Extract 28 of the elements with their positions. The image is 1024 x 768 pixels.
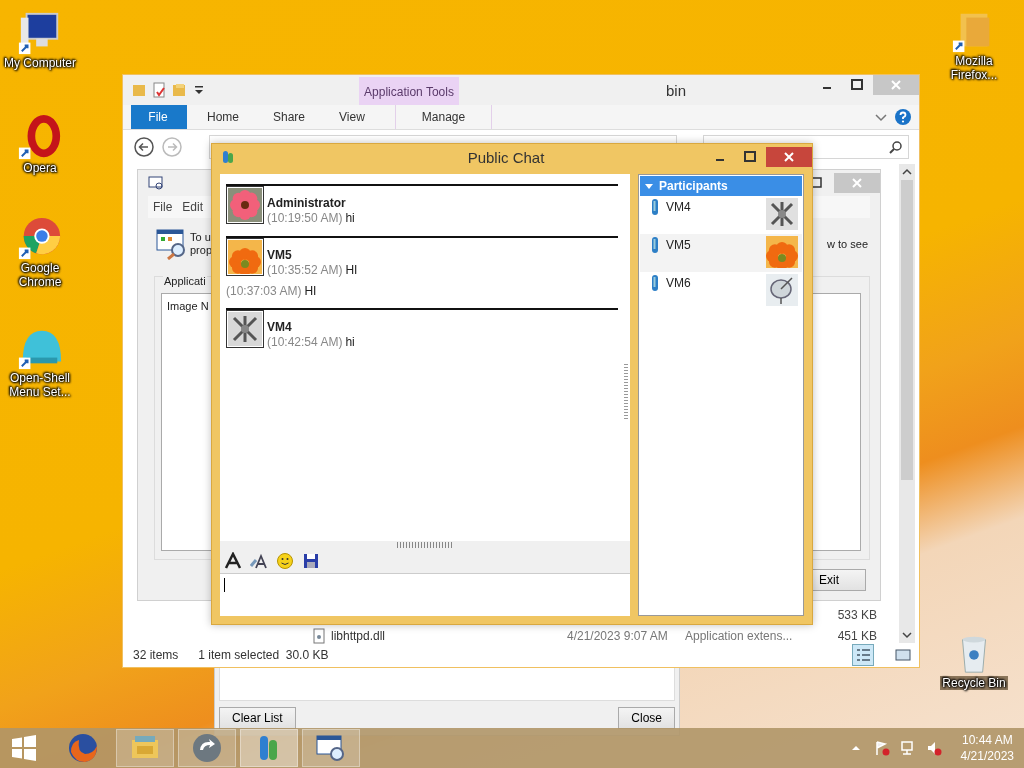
sender-name: VM4	[267, 320, 293, 335]
file-date: 4/21/2023 9:07 AM	[567, 628, 668, 643]
file-size: 533 KB	[837, 607, 877, 622]
window-title: bin	[665, 81, 687, 99]
status-text: 1 item selected 30.0 KB	[198, 648, 329, 662]
participant-name: VM6	[666, 275, 691, 290]
message-text: HI	[345, 263, 358, 278]
file-size: 451 KB	[837, 628, 877, 643]
message-time: (10:42:54 AM)	[267, 335, 343, 350]
message-time: (10:19:50 AM)	[267, 211, 343, 226]
message-text: hi	[345, 211, 355, 226]
participant-name: VM4	[666, 199, 691, 214]
window-title: Public Chat	[466, 148, 546, 166]
participant-name: VM5	[666, 237, 691, 252]
intro-text: w to see	[827, 238, 868, 250]
sender-name: VM5	[267, 248, 293, 263]
message-text: HI	[304, 284, 317, 298]
group-label: Applicati	[163, 275, 207, 287]
intro-text: prop	[190, 244, 213, 257]
message-time: (10:37:03 AM)	[226, 284, 302, 298]
message-text: hi	[345, 335, 355, 350]
file-type: Application extens...	[685, 628, 793, 643]
contextual-tab-group: Application Tools	[359, 77, 459, 107]
sender-name: Administrator	[267, 196, 347, 211]
panel-title: Participants	[659, 179, 728, 193]
intro-text: To u	[190, 231, 212, 244]
message-time: (10:35:52 AM)	[267, 263, 343, 278]
status-text: 32 items	[133, 648, 179, 662]
